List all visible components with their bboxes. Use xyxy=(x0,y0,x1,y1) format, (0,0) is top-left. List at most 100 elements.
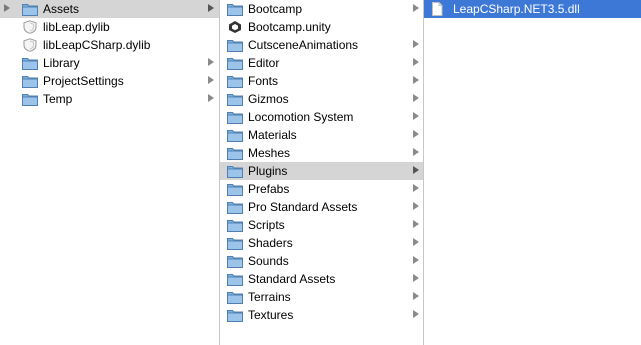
item-label: Standard Assets xyxy=(248,272,336,286)
item-label: ProjectSettings xyxy=(43,74,124,88)
chevron-right-icon xyxy=(413,184,419,192)
folder-icon xyxy=(227,182,243,196)
folder-icon xyxy=(227,146,243,160)
item-label: libLeap.dylib xyxy=(43,20,110,34)
folder-icon xyxy=(227,272,243,286)
chevron-right-icon xyxy=(413,256,419,264)
list-item-leapcsharp-net3-5-dll[interactable]: LeapCSharp.NET3.5.dll xyxy=(424,0,641,18)
list-item-cutsceneanimations[interactable]: CutsceneAnimations xyxy=(220,36,423,54)
folder-icon xyxy=(22,56,38,70)
shield-file-icon xyxy=(22,20,38,34)
item-label: Fonts xyxy=(248,74,279,88)
folder-icon xyxy=(227,110,243,124)
item-label: Plugins xyxy=(248,164,288,178)
list-item-bootcamp[interactable]: Bootcamp xyxy=(220,0,423,18)
folder-icon xyxy=(227,2,243,16)
document-icon xyxy=(429,2,445,16)
chevron-right-icon xyxy=(413,202,419,210)
item-label: Textures xyxy=(248,308,294,322)
list-item-locomotion-system[interactable]: Locomotion System xyxy=(220,108,423,126)
item-label: Sounds xyxy=(248,254,289,268)
chevron-right-icon xyxy=(413,112,419,120)
list-item-standard-assets[interactable]: Standard Assets xyxy=(220,270,423,288)
item-label: Temp xyxy=(43,92,73,106)
item-label: LeapCSharp.NET3.5.dll xyxy=(453,2,580,16)
chevron-right-icon xyxy=(413,220,419,228)
list-item-bootcamp-unity[interactable]: Bootcamp.unity xyxy=(220,18,423,36)
folder-icon xyxy=(227,164,243,178)
list-item-fonts[interactable]: Fonts xyxy=(220,72,423,90)
item-label: Terrains xyxy=(248,290,291,304)
folder-icon xyxy=(227,92,243,106)
list-item-temp[interactable]: Temp xyxy=(0,90,219,108)
item-label: Library xyxy=(43,56,80,70)
chevron-right-icon xyxy=(413,310,419,318)
shield-file-icon xyxy=(22,38,38,52)
list-item-materials[interactable]: Materials xyxy=(220,126,423,144)
item-label: CutsceneAnimations xyxy=(248,38,359,52)
chevron-right-icon xyxy=(413,274,419,282)
chevron-right-icon xyxy=(413,130,419,138)
item-label: Scripts xyxy=(248,218,285,232)
chevron-right-icon xyxy=(413,166,419,174)
item-label: Gizmos xyxy=(248,92,289,106)
chevron-right-icon xyxy=(413,94,419,102)
disclosure-triangle-icon[interactable] xyxy=(4,4,10,12)
list-item-pro-standard-assets[interactable]: Pro Standard Assets xyxy=(220,198,423,216)
list-item-scripts[interactable]: Scripts xyxy=(220,216,423,234)
finder-column-1[interactable]: Assets libLeap.dylib libLeapCSharp.dylib Li… xyxy=(0,0,219,345)
folder-icon xyxy=(227,200,243,214)
item-label: Editor xyxy=(248,56,280,70)
list-item-gizmos[interactable]: Gizmos xyxy=(220,90,423,108)
list-item-textures[interactable]: Textures xyxy=(220,306,423,324)
item-label: Assets xyxy=(43,2,80,16)
list-item-meshes[interactable]: Meshes xyxy=(220,144,423,162)
item-label: Prefabs xyxy=(248,182,290,196)
chevron-right-icon xyxy=(413,148,419,156)
chevron-right-icon xyxy=(208,76,214,84)
chevron-right-icon xyxy=(413,292,419,300)
list-item-assets[interactable]: Assets xyxy=(0,0,219,18)
list-item-prefabs[interactable]: Prefabs xyxy=(220,180,423,198)
item-label: Locomotion System xyxy=(248,110,354,124)
folder-icon xyxy=(227,218,243,232)
item-label: Meshes xyxy=(248,146,291,160)
list-item-terrains[interactable]: Terrains xyxy=(220,288,423,306)
chevron-right-icon xyxy=(413,76,419,84)
finder-column-2[interactable]: Bootcamp Bootcamp.unity CutsceneAnimations… xyxy=(220,0,423,345)
finder-column-3[interactable]: LeapCSharp.NET3.5.dll xyxy=(424,0,641,345)
list-item-library[interactable]: Library xyxy=(0,54,219,72)
chevron-right-icon xyxy=(208,94,214,102)
folder-icon xyxy=(227,128,243,142)
chevron-right-icon xyxy=(208,4,214,12)
folder-icon xyxy=(227,236,243,250)
list-item-sounds[interactable]: Sounds xyxy=(220,252,423,270)
folder-icon xyxy=(227,38,243,52)
list-item-plugins[interactable]: Plugins xyxy=(220,162,423,180)
folder-icon xyxy=(227,290,243,304)
chevron-right-icon xyxy=(413,58,419,66)
item-label: libLeapCSharp.dylib xyxy=(43,38,151,52)
folder-icon xyxy=(22,74,38,88)
chevron-right-icon xyxy=(208,58,214,66)
list-item-libleapcsharp-dylib[interactable]: libLeapCSharp.dylib xyxy=(0,36,219,54)
folder-icon xyxy=(227,56,243,70)
folder-icon xyxy=(22,92,38,106)
list-item-libleap-dylib[interactable]: libLeap.dylib xyxy=(0,18,219,36)
item-label: Pro Standard Assets xyxy=(248,200,358,214)
folder-icon xyxy=(22,2,38,16)
chevron-right-icon xyxy=(413,4,419,12)
item-label: Shaders xyxy=(248,236,293,250)
folder-icon xyxy=(227,74,243,88)
chevron-right-icon xyxy=(413,40,419,48)
chevron-right-icon xyxy=(413,238,419,246)
list-item-shaders[interactable]: Shaders xyxy=(220,234,423,252)
unity-scene-icon xyxy=(227,20,243,34)
list-item-editor[interactable]: Editor xyxy=(220,54,423,72)
item-label: Materials xyxy=(248,128,297,142)
folder-icon xyxy=(227,254,243,268)
folder-icon xyxy=(227,308,243,322)
list-item-projectsettings[interactable]: ProjectSettings xyxy=(0,72,219,90)
item-label: Bootcamp.unity xyxy=(248,20,331,34)
item-label: Bootcamp xyxy=(248,2,303,16)
